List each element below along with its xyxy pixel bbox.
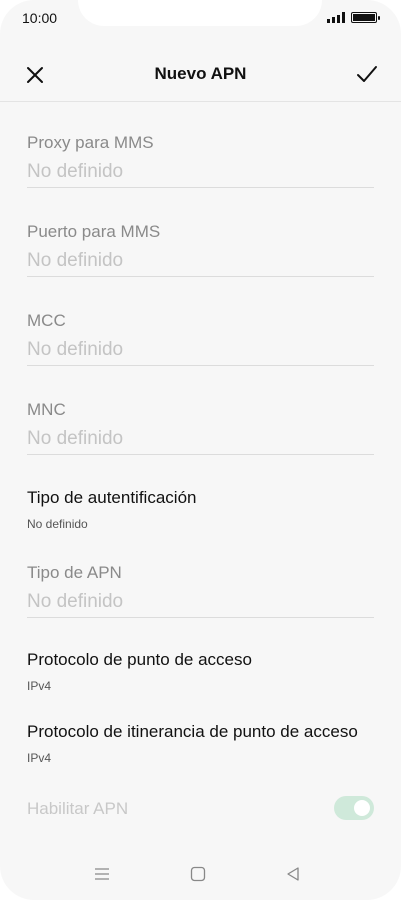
field-value: No definido [27, 250, 124, 271]
field-divider [27, 276, 374, 277]
battery-icon [351, 12, 380, 23]
item-roaming-protocol[interactable]: Protocolo de itinerancia de punto de acc… [27, 722, 387, 765]
menu-icon [95, 868, 109, 880]
status-icons [327, 12, 380, 23]
field-divider [27, 454, 374, 455]
back-button[interactable] [283, 864, 303, 884]
field-label: MCC [27, 311, 66, 330]
navigation-bar [0, 850, 401, 900]
page-title: Nuevo APN [154, 64, 247, 83]
field-label: Proxy para MMS [27, 133, 154, 152]
item-title: Protocolo de punto de acceso [27, 650, 252, 669]
enable-apn-row: Habilitar APN [27, 793, 374, 823]
enable-apn-toggle[interactable] [334, 796, 374, 820]
home-icon [190, 866, 206, 882]
field-divider [27, 187, 374, 188]
field-mcc[interactable]: MCC No definido [27, 311, 374, 366]
field-apn-type[interactable]: Tipo de APN No definido [27, 563, 374, 618]
item-value: IPv4 [27, 751, 52, 765]
toggle-knob [354, 800, 370, 816]
menu-button[interactable] [92, 864, 112, 884]
item-title: Protocolo de itinerancia de punto de acc… [27, 722, 358, 741]
field-mnc[interactable]: MNC No definido [27, 400, 374, 455]
status-bar: 10:00 [0, 0, 401, 36]
item-value: No definido [27, 517, 88, 531]
field-value: No definido [27, 591, 124, 612]
checkmark-icon [357, 66, 377, 82]
field-label: Tipo de APN [27, 563, 122, 582]
field-divider [27, 617, 374, 618]
field-mms-port[interactable]: Puerto para MMS No definido [27, 222, 374, 277]
item-auth-type[interactable]: Tipo de autentificación No definido [27, 488, 387, 531]
save-button[interactable] [355, 63, 379, 85]
field-value: No definido [27, 161, 124, 182]
field-value: No definido [27, 339, 124, 360]
status-time: 10:00 [22, 10, 58, 26]
home-button[interactable] [188, 864, 208, 884]
field-mms-proxy[interactable]: Proxy para MMS No definido [27, 133, 374, 188]
field-label: Puerto para MMS [27, 222, 161, 241]
signal-icon [327, 12, 345, 23]
item-access-point-protocol[interactable]: Protocolo de punto de acceso IPv4 [27, 650, 387, 693]
enable-apn-label: Habilitar APN [27, 799, 129, 818]
app-header: Nuevo APN [0, 50, 401, 102]
field-value: No definido [27, 428, 124, 449]
item-value: IPv4 [27, 679, 52, 693]
field-label: MNC [27, 400, 66, 419]
field-divider [27, 365, 374, 366]
item-title: Tipo de autentificación [27, 488, 197, 507]
phone-screen: 10:00 Nuevo APN Proxy para MMS No defini [0, 0, 401, 900]
back-icon [287, 867, 299, 881]
